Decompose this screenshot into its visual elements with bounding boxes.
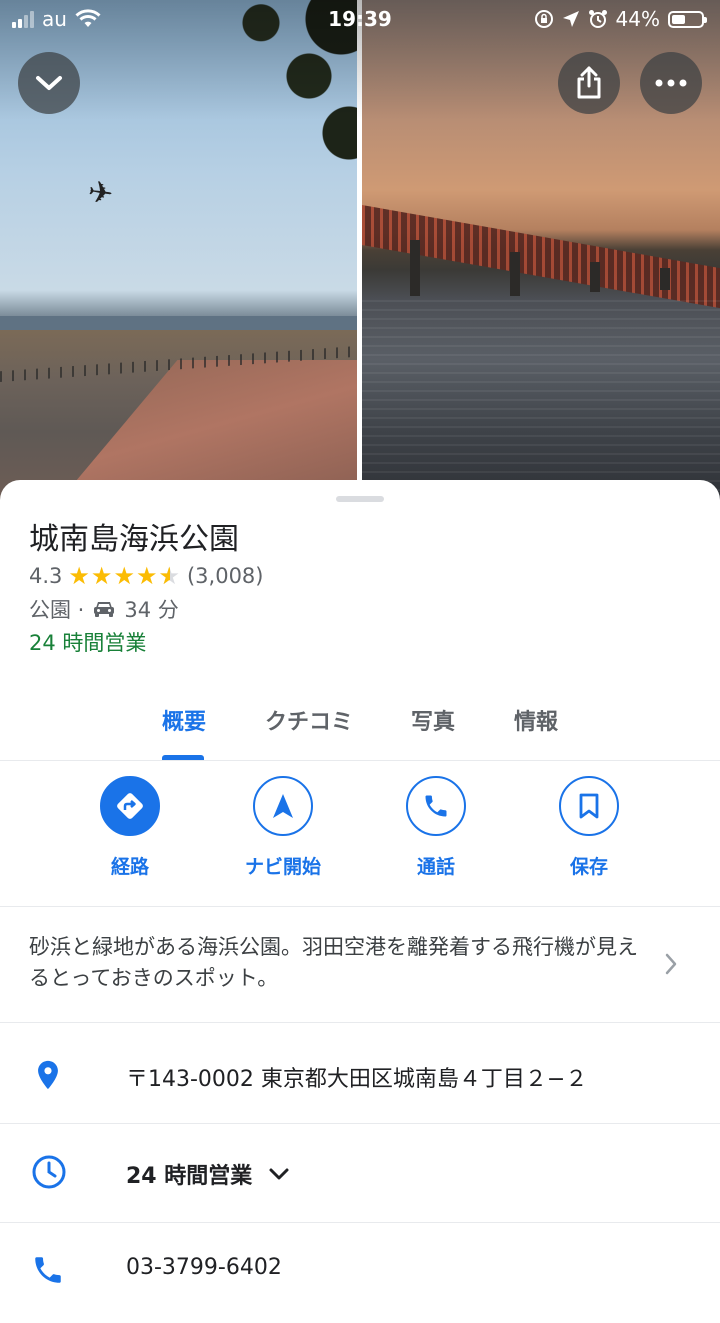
directions-button[interactable]: 経路 <box>50 776 210 879</box>
navigation-label: ナビ開始 <box>244 856 321 878</box>
open-status: 24 時間営業 <box>29 631 147 655</box>
location-pin-icon <box>38 1060 58 1090</box>
save-button[interactable]: 保存 <box>509 776 669 879</box>
call-button[interactable]: 通話 <box>356 776 516 879</box>
share-icon <box>577 66 601 99</box>
place-details-sheet[interactable]: 城南島海浜公園 4.3 ★★★★★ (3,008) 公園 · 34 分 24 時… <box>0 480 720 1283</box>
bridge-pier <box>410 240 420 296</box>
phone-row[interactable]: 03-3799-6402 <box>0 1223 720 1323</box>
more-options-button[interactable] <box>640 52 702 114</box>
clock-icon <box>32 1155 66 1189</box>
bookmark-icon <box>579 793 599 819</box>
airplane-icon: ✈ <box>85 174 116 213</box>
phone-number: 03-3799-6402 <box>126 1255 282 1280</box>
share-button[interactable] <box>558 52 620 114</box>
tab-photos[interactable]: 写真 <box>411 704 455 736</box>
tab-about[interactable]: 情報 <box>514 704 558 736</box>
directions-label: 経路 <box>110 856 149 878</box>
directions-icon <box>117 793 143 819</box>
collapse-button[interactable] <box>18 52 80 114</box>
half-star-icon: ★ <box>158 562 181 590</box>
category-row: 公園 · 34 分 <box>29 594 179 624</box>
chevron-right-icon[interactable] <box>664 952 678 976</box>
tab-bar: 概要 クチコミ 写真 情報 <box>0 690 720 760</box>
hours-text: 24 時間営業 <box>126 1164 253 1189</box>
save-circle <box>559 776 619 836</box>
tab-reviews[interactable]: クチコミ <box>265 704 353 736</box>
car-icon <box>94 602 115 617</box>
battery-icon <box>668 10 707 28</box>
water <box>362 300 720 500</box>
more-horizontal-icon <box>655 79 687 87</box>
hours-row[interactable]: 24 時間営業 <box>0 1124 720 1224</box>
rating-value: 4.3 <box>29 564 63 588</box>
battery-percent: 44% <box>615 7 660 31</box>
bridge-pier <box>660 268 670 290</box>
bridge-pier <box>510 252 520 296</box>
divider <box>0 906 720 907</box>
address-row[interactable]: 〒143-0002 東京都大田区城南島４丁目２−２ <box>0 1023 720 1123</box>
sheet-drag-handle[interactable] <box>336 496 384 502</box>
call-circle <box>406 776 466 836</box>
call-label: 通話 <box>416 856 455 878</box>
status-bar: au 19:39 44% <box>0 0 720 38</box>
address-text: 〒143-0002 東京都大田区城南島４丁目２−２ <box>126 1067 588 1092</box>
location-arrow-icon <box>562 11 579 27</box>
drive-time: 34 分 <box>124 598 179 622</box>
rating-stars: ★★★★★ <box>68 562 181 590</box>
save-label: 保存 <box>569 856 608 878</box>
start-navigation-button[interactable]: ナビ開始 <box>203 776 363 879</box>
tab-overview[interactable]: 概要 <box>162 704 206 736</box>
navigation-circle <box>253 776 313 836</box>
directions-circle <box>100 776 160 836</box>
alarm-icon <box>588 10 607 28</box>
place-category: 公園 · <box>29 598 85 622</box>
chevron-down-icon <box>36 76 62 90</box>
rating-row[interactable]: 4.3 ★★★★★ (3,008) <box>29 562 264 590</box>
hours-line: 24 時間営業 <box>126 1158 290 1190</box>
orientation-lock-icon <box>534 10 553 28</box>
action-buttons: 経路 ナビ開始 通話 保存 <box>0 776 720 886</box>
place-description[interactable]: 砂浜と緑地がある海浜公園。羽田空港を離発着する飛行機が見えるとっておきのスポット… <box>29 932 649 994</box>
review-count: (3,008) <box>186 564 264 588</box>
phone-icon <box>425 795 447 817</box>
navigation-arrow-icon <box>273 794 293 818</box>
place-title: 城南島海浜公園 <box>29 522 239 557</box>
divider <box>0 760 720 761</box>
bridge-pier <box>590 262 600 292</box>
chevron-down-icon[interactable] <box>268 1167 290 1181</box>
phone-icon <box>35 1257 61 1283</box>
